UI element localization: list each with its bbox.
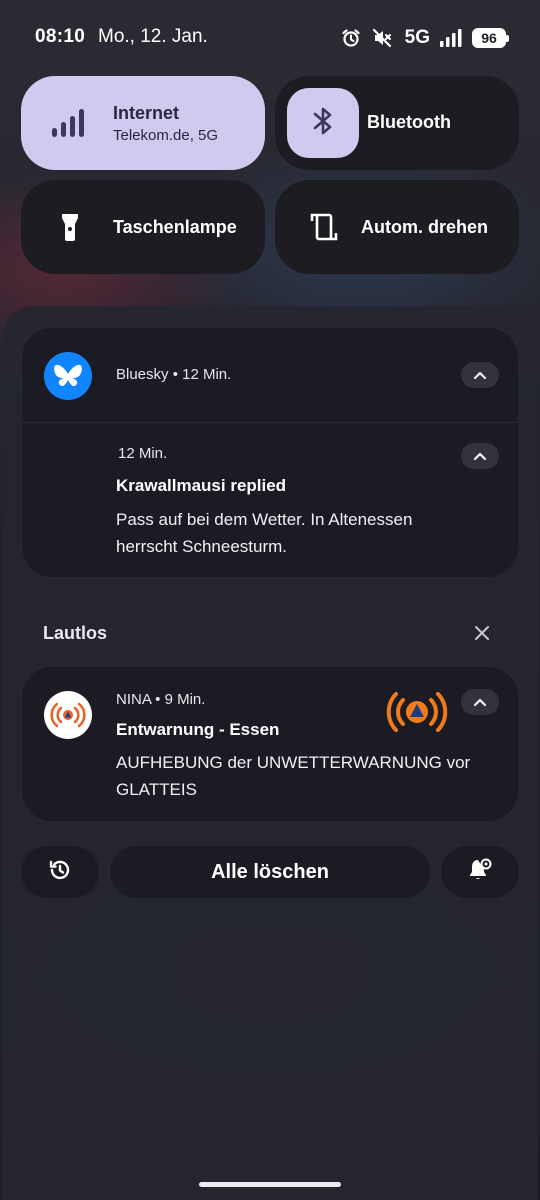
flashlight-icon — [39, 212, 101, 242]
collapse-message-button[interactable] — [461, 443, 499, 469]
tile-flashlight-label: Taschenlampe — [113, 216, 237, 237]
message-time: 12 Min. — [118, 445, 168, 462]
nina-app-icon — [44, 691, 92, 739]
close-icon[interactable] — [472, 623, 492, 643]
status-time: 08:10 — [35, 26, 86, 47]
tile-internet-sub: Telekom.de, 5G — [113, 126, 219, 144]
bluetooth-toggle[interactable] — [287, 88, 359, 158]
history-icon — [48, 858, 72, 887]
bluetooth-icon — [312, 105, 334, 142]
bluesky-header: Bluesky • 12 Min. — [116, 366, 232, 383]
bluesky-notification[interactable]: Bluesky • 12 Min. 12 Min. Krawallmausi r… — [22, 328, 518, 577]
message-body: Pass auf bei dem Wetter. In Altenessen h… — [116, 510, 413, 556]
clear-all-button[interactable]: Alle löschen — [110, 846, 430, 898]
auto-rotate-icon — [293, 209, 355, 245]
chevron-up-icon — [473, 452, 487, 460]
home-indicator[interactable] — [199, 1182, 341, 1187]
collapse-group-button[interactable] — [461, 362, 499, 388]
clear-all-label: Alle löschen — [211, 860, 329, 883]
tile-auto-rotate-label: Autom. drehen — [361, 216, 489, 237]
tile-bluetooth-label: Bluetooth — [367, 112, 451, 132]
message-title: Krawallmausi replied — [116, 476, 287, 495]
nina-title: Entwarnung - Essen — [116, 720, 280, 739]
history-button[interactable] — [21, 846, 99, 898]
tile-auto-rotate[interactable]: Autom. drehen — [275, 180, 519, 274]
signal-bars-icon — [39, 108, 101, 138]
tile-flashlight[interactable]: Taschenlampe — [21, 180, 265, 274]
mute-icon — [371, 28, 393, 48]
battery-icon: 96 — [472, 28, 509, 48]
chevron-up-icon — [473, 698, 487, 706]
nina-warning-icon — [384, 689, 450, 740]
notification-settings-button[interactable] — [441, 846, 519, 898]
expand-nina-button[interactable] — [461, 689, 499, 715]
status-date: Mo., 12. Jan. — [98, 26, 208, 47]
silent-section-label: Lautlos — [43, 623, 108, 643]
tile-bluetooth[interactable]: Bluetooth — [275, 76, 519, 170]
nina-header: NINA • 9 Min. — [116, 691, 206, 708]
network-type: 5G — [404, 27, 430, 48]
signal-icon — [440, 29, 462, 47]
chevron-up-icon — [473, 371, 487, 379]
nina-body: AUFHEBUNG der UNWETTERWARNUNG vor GLATTE… — [116, 753, 471, 799]
status-bar: 08:10 Mo., 12. Jan. 5G 96 — [0, 0, 540, 76]
status-icons: 5G 96 — [341, 24, 509, 52]
alarm-icon — [341, 28, 361, 48]
bell-settings-icon — [467, 857, 493, 888]
divider — [22, 422, 518, 423]
nina-notification[interactable]: NINA • 9 Min. Entwarnung - Essen AUFHEBU… — [22, 667, 518, 821]
tile-internet-label: Internet — [113, 102, 180, 123]
tile-internet[interactable]: Internet Telekom.de, 5G — [21, 76, 265, 170]
bluesky-app-icon — [44, 352, 92, 400]
battery-level: 96 — [481, 30, 497, 46]
